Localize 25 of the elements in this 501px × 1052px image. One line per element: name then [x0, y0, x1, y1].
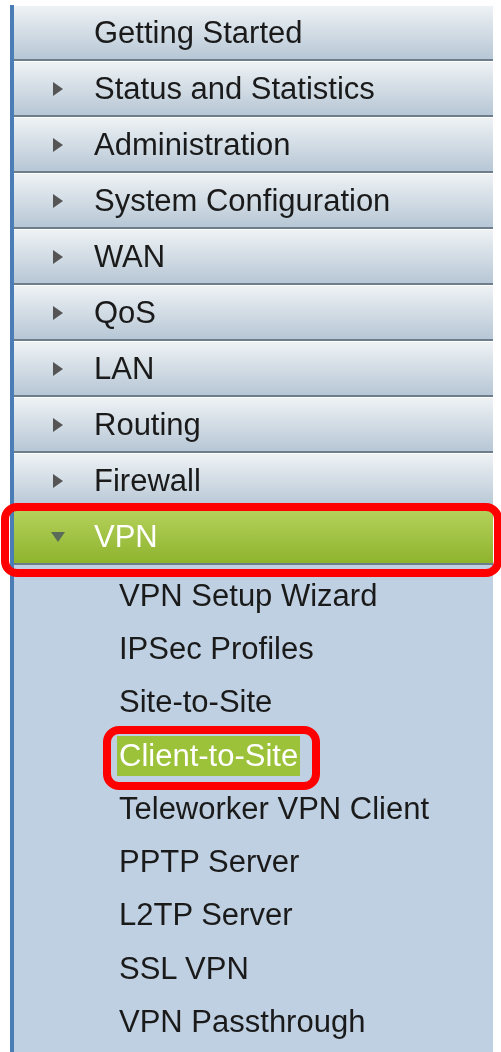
- submenu-item[interactable]: VPN Passthrough: [117, 1002, 368, 1042]
- menu-item[interactable]: System Configuration: [14, 173, 493, 229]
- caret-right-icon: [52, 360, 64, 377]
- caret-right-icon: [52, 80, 64, 97]
- caret-down-icon: [50, 530, 66, 543]
- submenu-item[interactable]: Site-to-Site: [117, 682, 275, 723]
- submenu-item[interactable]: PPTP Server: [117, 842, 302, 883]
- submenu-item[interactable]: L2TP Server: [117, 895, 295, 936]
- menu-item[interactable]: Routing: [14, 397, 493, 453]
- menu-item[interactable]: Status and Statistics: [14, 61, 493, 117]
- menu-item[interactable]: QoS: [14, 285, 493, 341]
- submenu-item[interactable]: Teleworker VPN Client: [117, 788, 432, 829]
- submenu-item[interactable]: IPSec Profiles: [117, 628, 316, 669]
- menu-item[interactable]: Getting Started: [14, 5, 493, 61]
- menu-item[interactable]: LAN: [14, 341, 493, 397]
- caret-right-icon: [52, 248, 64, 265]
- caret-right-icon: [52, 416, 64, 433]
- caret-right-icon: [52, 472, 64, 489]
- submenu-item[interactable]: VPN Setup Wizard: [117, 575, 380, 616]
- menu-item[interactable]: Administration: [14, 117, 493, 173]
- submenu-item[interactable]: SSL VPN: [117, 948, 251, 989]
- menu-item[interactable]: WAN: [14, 229, 493, 285]
- caret-right-icon: [52, 192, 64, 209]
- caret-right-icon: [52, 136, 64, 153]
- caret-right-icon: [52, 304, 64, 321]
